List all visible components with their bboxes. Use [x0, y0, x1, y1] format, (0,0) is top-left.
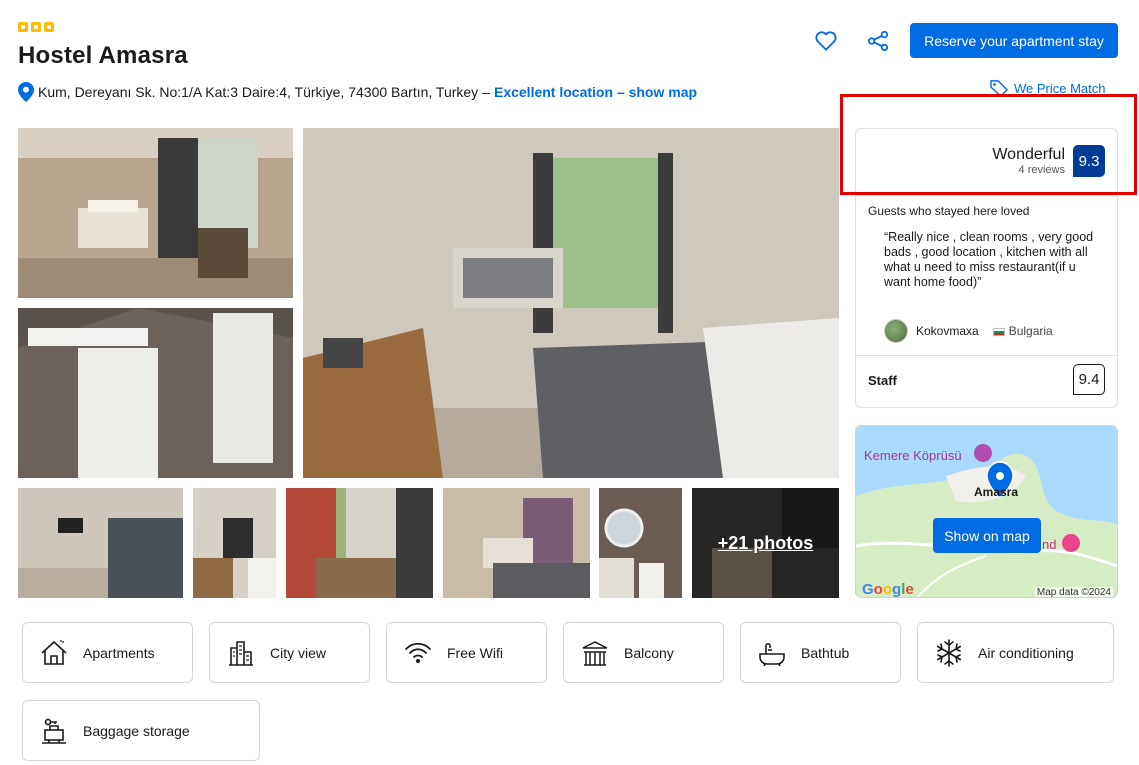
facility-free-wifi: Free Wifi [386, 622, 547, 683]
gallery-photo[interactable] [18, 128, 293, 298]
score-word: Wonderful [992, 146, 1065, 163]
gallery-thumbnail[interactable] [443, 488, 590, 598]
facility-apartments: Apartments [22, 622, 193, 683]
address-separator: – [482, 84, 490, 100]
price-match-link[interactable]: We Price Match [990, 80, 1106, 96]
gallery-thumbnail[interactable] [599, 488, 682, 598]
map-preview[interactable]: Kemere Köprüsü Amasra nd Show on map Goo… [855, 425, 1118, 598]
map-label-bridge: Kemere Köprüsü [864, 448, 962, 463]
facility-label: Baggage storage [83, 722, 190, 739]
more-photos-label[interactable]: +21 photos [692, 488, 839, 598]
star-icon [31, 22, 41, 32]
facility-balcony: Balcony [563, 622, 724, 683]
gallery-thumbnail[interactable] [286, 488, 433, 598]
map-attribution: Map data ©2024 [1034, 587, 1113, 598]
staff-score-badge: 9.4 [1073, 364, 1105, 395]
map-label-poi: nd [1042, 537, 1057, 552]
bulgaria-flag-icon [992, 327, 1005, 336]
facility-bathtub: Bathtub [740, 622, 901, 683]
address-text: Kum, Dereyanı Sk. No:1/A Kat:3 Daire:4, … [38, 84, 479, 100]
avatar [884, 319, 908, 343]
reviewer: Kokovmaxa Bulgaria [884, 319, 1053, 343]
gallery-thumbnail-more[interactable]: +21 photos [692, 488, 839, 598]
guests-loved-title: Guests who stayed here loved [868, 204, 1030, 218]
facility-label: Bathtub [801, 644, 850, 661]
share-button[interactable] [865, 28, 891, 54]
google-logo: Google [862, 581, 914, 598]
review-count: 4 reviews [1018, 164, 1065, 176]
star-icon [18, 22, 28, 32]
show-on-map-button[interactable]: Show on map [933, 518, 1041, 553]
city-icon [226, 638, 256, 668]
location-pin-icon [18, 82, 34, 102]
divider [856, 195, 1117, 196]
heart-icon [815, 31, 837, 51]
house-icon [39, 638, 69, 668]
gallery-main-photo[interactable] [303, 128, 839, 478]
reserve-button[interactable]: Reserve your apartment stay [910, 23, 1118, 58]
balcony-icon [580, 638, 610, 668]
share-icon [867, 30, 889, 52]
gallery-thumbnail[interactable] [193, 488, 276, 598]
luggage-icon [39, 716, 69, 746]
wifi-icon [403, 638, 433, 668]
score-badge: 9.3 [1073, 145, 1105, 177]
facility-label: Free Wifi [447, 644, 503, 661]
facility-city-view: City view [209, 622, 370, 683]
map-label-town: Amasra [974, 485, 1019, 499]
review-score-card[interactable]: Wonderful 4 reviews 9.3 Guests who staye… [855, 128, 1118, 408]
facility-baggage-storage: Baggage storage [22, 700, 260, 761]
reviewer-country: Bulgaria [1008, 324, 1053, 338]
overall-score[interactable]: Wonderful 4 reviews 9.3 [992, 145, 1105, 177]
save-favorite-button[interactable] [813, 28, 839, 54]
gallery-thumbnail[interactable] [18, 488, 183, 598]
reviewer-name: Kokovmaxa [916, 324, 979, 338]
facility-label: Air conditioning [978, 644, 1074, 661]
facility-label: City view [270, 644, 327, 661]
staff-label: Staff [868, 373, 897, 388]
bathtub-icon [757, 638, 787, 668]
facility-air-conditioning: Air conditioning [917, 622, 1114, 683]
divider [856, 355, 1117, 356]
review-quote: “Really nice , clean rooms , very good b… [884, 230, 1094, 289]
snowflake-icon [934, 638, 964, 668]
tag-icon [990, 80, 1008, 96]
star-icon [44, 22, 54, 32]
property-address: Kum, Dereyanı Sk. No:1/A Kat:3 Daire:4, … [18, 82, 697, 102]
property-title: Hostel Amasra [18, 42, 188, 69]
facility-label: Apartments [83, 644, 155, 661]
price-match-label: We Price Match [1014, 80, 1106, 96]
star-rating [18, 22, 54, 32]
show-map-link[interactable]: Excellent location – show map [494, 84, 697, 100]
facility-label: Balcony [624, 644, 674, 661]
gallery-photo[interactable] [18, 308, 293, 478]
